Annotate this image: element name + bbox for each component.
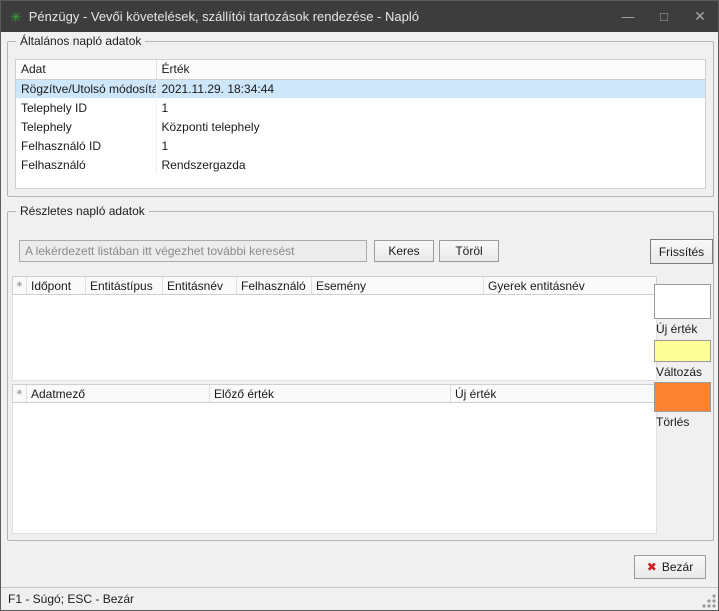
row-name: Telephely xyxy=(16,117,156,136)
events-table-header: ✳ Időpont Entitástípus Entitásnév Felhas… xyxy=(12,276,657,295)
search-input[interactable] xyxy=(19,240,367,262)
app-icon: ✳ xyxy=(10,10,22,24)
statusbar: F1 - Súgó; ESC - Bezár xyxy=(1,587,718,610)
table-row[interactable]: Telephely Központi telephely xyxy=(16,117,705,136)
events-table-body xyxy=(12,295,657,381)
legend-delete-swatch xyxy=(654,382,711,412)
table-row[interactable]: Telephely ID 1 xyxy=(16,98,705,117)
window-controls: — □ ✕ xyxy=(610,1,718,32)
column-header-felhasznalo[interactable]: Felhasználó xyxy=(237,277,312,294)
details-group-title: Részletes napló adatok xyxy=(16,204,149,218)
table-row[interactable]: Rögzítve/Utolsó módosítás 2021.11.29. 18… xyxy=(16,79,705,98)
fields-table-header: ✳ Adatmező Előző érték Új érték xyxy=(12,384,657,403)
row-value: 1 xyxy=(156,98,705,117)
refresh-button[interactable]: Frissítés xyxy=(650,239,713,264)
column-header-entitasnev[interactable]: Entitásnév xyxy=(163,277,237,294)
maximize-button[interactable]: □ xyxy=(646,1,682,32)
row-value: Rendszergazda xyxy=(156,155,705,174)
legend-change-swatch xyxy=(654,340,711,362)
column-header-idopont[interactable]: Időpont xyxy=(27,277,86,294)
general-log-group: Általános napló adatok Adat Érték Rögzít… xyxy=(7,41,714,197)
column-header-adatmezo[interactable]: Adatmező xyxy=(27,385,210,402)
resize-grip[interactable] xyxy=(702,594,716,608)
legend-new-value-label: Új érték xyxy=(656,322,697,336)
search-button[interactable]: Keres xyxy=(374,240,434,262)
column-header-ertek[interactable]: Érték xyxy=(156,60,705,79)
legend-new-value-swatch xyxy=(654,284,711,319)
column-header-gyerek-entitasnev[interactable]: Gyerek entitásnév xyxy=(484,277,656,294)
legend-change-label: Változás xyxy=(656,365,702,379)
row-marker-column-header: ✳ xyxy=(13,385,27,402)
window-close-button[interactable]: ✕ xyxy=(682,1,718,32)
row-name: Rögzítve/Utolsó módosítás xyxy=(16,79,156,98)
fields-table-body xyxy=(12,403,657,534)
row-value: Központi telephely xyxy=(156,117,705,136)
row-name: Telephely ID xyxy=(16,98,156,117)
general-table-header-row: Adat Érték xyxy=(16,60,705,79)
row-value: 1 xyxy=(156,136,705,155)
minimize-button[interactable]: — xyxy=(610,1,646,32)
column-header-elozo-ertek[interactable]: Előző érték xyxy=(210,385,451,402)
column-header-entitastipus[interactable]: Entitástípus xyxy=(86,277,163,294)
dialog-body: Általános napló adatok Adat Érték Rögzít… xyxy=(1,32,718,587)
row-marker-column-header: ✳ xyxy=(13,277,27,294)
window-title: Pénzügy - Vevői követelések, szállítói t… xyxy=(29,9,419,24)
statusbar-text: F1 - Súgó; ESC - Bezár xyxy=(8,592,134,606)
titlebar[interactable]: ✳ Pénzügy - Vevői követelések, szállítói… xyxy=(1,1,718,32)
general-log-table: Adat Érték Rögzítve/Utolsó módosítás 202… xyxy=(15,59,706,189)
general-group-title: Általános napló adatok xyxy=(16,34,145,48)
row-value: 2021.11.29. 18:34:44 xyxy=(156,79,705,98)
table-row[interactable]: Felhasználó ID 1 xyxy=(16,136,705,155)
close-x-icon: ✖ xyxy=(647,561,657,573)
column-header-uj-ertek[interactable]: Új érték xyxy=(451,385,656,402)
row-name: Felhasználó xyxy=(16,155,156,174)
column-header-adat[interactable]: Adat xyxy=(16,60,156,79)
table-row[interactable]: Felhasználó Rendszergazda xyxy=(16,155,705,174)
legend-delete-label: Törlés xyxy=(656,415,689,429)
close-dialog-button[interactable]: ✖ Bezár xyxy=(634,555,706,579)
row-name: Felhasználó ID xyxy=(16,136,156,155)
clear-button[interactable]: Töröl xyxy=(439,240,499,262)
detailed-log-group: Részletes napló adatok Keres Töröl Friss… xyxy=(7,211,714,541)
close-dialog-label: Bezár xyxy=(662,560,693,574)
dialog-window: ✳ Pénzügy - Vevői követelések, szállítói… xyxy=(0,0,719,611)
column-header-esemeny[interactable]: Esemény xyxy=(312,277,484,294)
